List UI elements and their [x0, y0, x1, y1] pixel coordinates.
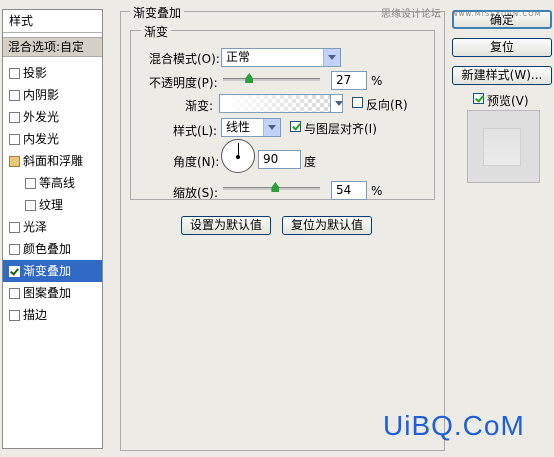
checkbox-icon[interactable]: [9, 244, 20, 255]
checkbox-icon[interactable]: [9, 68, 20, 79]
sidebar-item-label: 内阴影: [23, 88, 60, 102]
scale-label: 缩放(S):: [173, 186, 219, 200]
checkbox-icon[interactable]: [9, 288, 20, 299]
angle-label: 角度(N):: [173, 155, 220, 169]
checkbox-icon[interactable]: [9, 112, 20, 123]
sidebar-item-9[interactable]: 颜色叠加: [3, 238, 102, 260]
align-with-layer-checkbox[interactable]: [290, 121, 301, 132]
gradient-picker[interactable]: [219, 94, 331, 113]
watermark-bottom-logo: UiBQ.CoM: [383, 410, 525, 441]
sidebar-item-8[interactable]: 光泽: [3, 216, 102, 238]
opacity-label: 不透明度(P):: [149, 76, 218, 90]
sidebar-item-label: 投影: [23, 66, 48, 80]
opacity-unit: %: [371, 74, 383, 88]
align-with-layer-label: 与图层对齐(I): [304, 122, 377, 136]
sidebar-item-label: 等高线: [39, 176, 76, 190]
gradient-dropdown-button[interactable]: [330, 94, 343, 113]
checkbox-icon[interactable]: [9, 134, 20, 145]
blending-options-item[interactable]: 混合选项:自定: [3, 37, 102, 57]
reset-to-default-button[interactable]: 复位为默认值: [282, 216, 372, 235]
sidebar-item-6[interactable]: 等高线: [3, 172, 102, 194]
sidebar-item-3[interactable]: 外发光: [3, 106, 102, 128]
watermark-top-url: www.MISSYUAN.COM: [452, 10, 542, 18]
gradient-group-title: 渐变: [141, 23, 172, 40]
reverse-checkbox[interactable]: [352, 97, 363, 108]
sidebar-item-12[interactable]: 描边: [3, 304, 102, 326]
gradient-style-select[interactable]: 线性: [221, 118, 281, 137]
blend-mode-label: 混合模式(O):: [149, 52, 220, 66]
checkbox-icon[interactable]: [9, 90, 20, 101]
preview-checkbox[interactable]: [473, 93, 484, 104]
chevron-down-icon: [323, 49, 340, 66]
sidebar-item-label: 描边: [23, 308, 48, 322]
reset-button[interactable]: 复位: [452, 38, 552, 57]
gradient-label: 渐变:: [185, 99, 214, 113]
sidebar-item-2[interactable]: 内阴影: [3, 84, 102, 106]
style-list-panel: 样式 混合选项:自定 投影内阴影外发光内发光斜面和浮雕等高线纹理光泽颜色叠加渐变…: [2, 9, 103, 449]
sidebar-item-label: 渐变叠加: [23, 264, 72, 278]
style-label: 样式(L):: [173, 124, 218, 138]
sidebar-item-label: 颜色叠加: [23, 242, 72, 256]
checkbox-icon[interactable]: [25, 178, 36, 189]
scale-input[interactable]: 54: [331, 181, 367, 200]
gradient-style-value: 线性: [226, 120, 251, 134]
style-preview-swatch: [467, 110, 540, 183]
checkbox-icon[interactable]: [9, 222, 20, 233]
blend-mode-select[interactable]: 正常: [221, 48, 341, 67]
sidebar-item-label: 内发光: [23, 132, 60, 146]
scale-unit: %: [371, 184, 383, 198]
sidebar-item-5[interactable]: 斜面和浮雕: [3, 150, 102, 172]
angle-unit: 度: [304, 155, 317, 169]
checkbox-icon[interactable]: [9, 266, 20, 277]
new-style-button[interactable]: 新建样式(W)...: [452, 66, 552, 85]
styles-header[interactable]: 样式: [3, 10, 102, 33]
sidebar-item-7[interactable]: 纹理: [3, 194, 102, 216]
opacity-slider-track[interactable]: [223, 78, 320, 81]
checkbox-icon[interactable]: [25, 200, 36, 211]
watermark-top-text: 思缘设计论坛: [381, 9, 441, 20]
chevron-down-icon: [331, 95, 343, 112]
blend-mode-value: 正常: [226, 50, 251, 64]
sidebar-item-4[interactable]: 内发光: [3, 128, 102, 150]
set-as-default-button[interactable]: 设置为默认值: [181, 216, 271, 235]
preview-label: 预览(V): [487, 94, 529, 108]
angle-input[interactable]: 90: [258, 150, 301, 169]
sidebar-item-label: 斜面和浮雕: [23, 154, 84, 168]
sidebar-item-label: 图案叠加: [23, 286, 72, 300]
sidebar-item-10[interactable]: 渐变叠加: [3, 260, 102, 282]
sidebar-item-label: 外发光: [23, 110, 60, 124]
gradient-overlay-title: 渐变叠加: [130, 4, 185, 21]
sidebar-item-11[interactable]: 图案叠加: [3, 282, 102, 304]
opacity-input[interactable]: 27: [331, 71, 367, 90]
sidebar-item-label: 纹理: [39, 198, 64, 212]
sidebar-item-label: 光泽: [23, 220, 48, 234]
reverse-label: 反向(R): [366, 98, 408, 112]
sidebar-item-1[interactable]: 投影: [3, 62, 102, 84]
angle-dial[interactable]: [221, 139, 255, 173]
folder-checkbox-icon[interactable]: [9, 156, 20, 167]
chevron-down-icon: [263, 119, 280, 136]
checkbox-icon[interactable]: [9, 310, 20, 321]
